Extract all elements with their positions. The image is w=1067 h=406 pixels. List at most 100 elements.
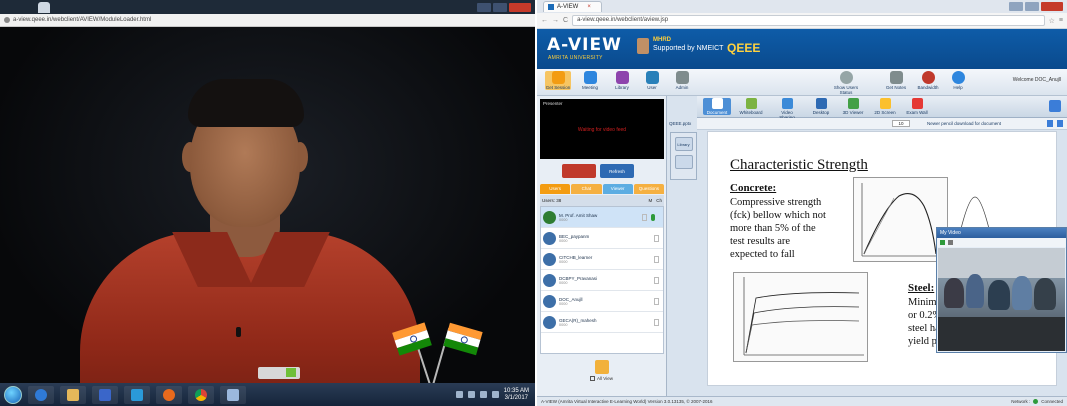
3d-viewer-icon: [847, 98, 859, 109]
user-sub: 0000: [559, 217, 568, 222]
version-text: A-VIEW (Amrita Virtual Interactive E-Lea…: [541, 399, 713, 404]
menu-icon[interactable]: ≡: [1059, 17, 1063, 24]
mic-icon[interactable]: [651, 213, 655, 221]
right-url[interactable]: a-view.qeee.in/webclient/aview.jsp: [572, 15, 1045, 26]
session-icon: [551, 71, 565, 84]
refresh-button[interactable]: Refresh: [600, 164, 634, 178]
list-item[interactable]: M. Prof. Amit Shaw 0000: [541, 207, 663, 228]
list-item[interactable]: DOC_Anujll 0000: [541, 291, 663, 312]
left-url[interactable]: a-view.qeee.in/webclient/AVIEW/ModuleLoa…: [13, 17, 151, 23]
steel-stress-strain-graph: [733, 272, 868, 362]
firefox-icon: [163, 388, 175, 401]
right-close-button[interactable]: [1041, 2, 1063, 11]
user-flag-icon: [654, 297, 659, 305]
windows-taskbar: 10:35 AM 3/1/2017: [0, 383, 535, 406]
steel-curve-2: [745, 306, 860, 354]
next-page-icon[interactable]: [1057, 120, 1063, 127]
module-video-sharing[interactable]: Video Sharing: [773, 98, 801, 120]
forward-arrow-icon[interactable]: →: [552, 17, 559, 24]
network-icon[interactable]: [467, 391, 475, 398]
hand-raise-icon[interactable]: [594, 360, 609, 374]
my-video-popup[interactable]: My Video: [936, 227, 1067, 353]
module-document[interactable]: Document: [703, 98, 731, 115]
list-item[interactable]: CITCHB_learner 0000: [541, 249, 663, 270]
back-arrow-icon[interactable]: ←: [541, 17, 548, 24]
tab-close-icon[interactable]: ×: [587, 2, 591, 12]
exam-wall-icon: [911, 98, 923, 109]
user-sub: 0000: [559, 301, 568, 306]
document-tab[interactable]: QEEE.pptx: [669, 121, 691, 126]
aview-banner: A-VIEW AMRITA UNIVERSITY MHRD Supported …: [537, 29, 1067, 69]
taskbar-window[interactable]: [220, 385, 246, 404]
tool-bandwidth[interactable]: Bandwidth: [915, 71, 941, 90]
aview-browser-tab[interactable]: A-VIEW ×: [543, 1, 602, 12]
users-col-ch: Ch: [656, 198, 662, 203]
minimize-button[interactable]: [477, 2, 491, 12]
taskbar-app4[interactable]: [124, 385, 150, 404]
maximize-button[interactable]: [493, 2, 507, 12]
tool-user[interactable]: User: [639, 71, 665, 90]
module-whiteboard[interactable]: Whiteboard: [737, 98, 765, 115]
list-item[interactable]: BEC_paypanm 0000: [541, 228, 663, 249]
users-col-m: M: [648, 198, 653, 203]
left-address-bar[interactable]: a-view.qeee.in/webclient/AVIEW/ModuleLoa…: [0, 14, 535, 27]
my-video-title[interactable]: My Video: [937, 228, 1066, 238]
tool-get-notes[interactable]: Get Notes: [883, 71, 909, 90]
clock-time: 10:35 AM: [503, 387, 529, 394]
tool-meeting[interactable]: Meeting: [577, 71, 603, 90]
tab-users[interactable]: Users: [540, 184, 571, 194]
list-item[interactable]: DCBPY_Pravanasi 0000: [541, 270, 663, 291]
tab-chat[interactable]: Chat: [571, 184, 602, 194]
prev-page-icon[interactable]: [1047, 120, 1053, 127]
tool-help[interactable]: Help: [945, 71, 971, 90]
steel-curve-3: [745, 320, 860, 354]
page-number-input[interactable]: 10: [892, 120, 910, 127]
admin-tools-icon: [675, 71, 689, 84]
tray-arrow-icon[interactable]: [455, 391, 463, 398]
right-title-bar: A-VIEW ×: [537, 0, 1067, 13]
star-icon[interactable]: ☆: [1049, 17, 1055, 25]
checkbox-icon: [590, 376, 596, 381]
module-exam-wall[interactable]: Exam Wall: [903, 98, 931, 115]
ie-icon: [35, 388, 47, 401]
taskbar-ie[interactable]: [28, 385, 54, 404]
left-browser-tab[interactable]: [38, 1, 50, 13]
tab-questions[interactable]: Questions: [633, 184, 664, 194]
2d-screen-icon: [879, 98, 891, 109]
system-clock[interactable]: 10:35 AM 3/1/2017: [504, 388, 529, 402]
help-icon: [951, 71, 965, 84]
library-button[interactable]: Library: [674, 137, 693, 151]
module-desktop[interactable]: Desktop: [807, 98, 835, 115]
reload-icon[interactable]: C: [563, 17, 568, 24]
tool-get-session[interactable]: Get Session: [545, 71, 571, 90]
close-button[interactable]: [509, 2, 531, 12]
camera-button[interactable]: [562, 164, 596, 178]
right-maximize-button[interactable]: [1025, 2, 1039, 11]
all-view-checkbox[interactable]: All View: [590, 376, 613, 381]
list-item[interactable]: GECA(R)_mahesh 0000: [541, 312, 663, 333]
flag-tray-icon[interactable]: [479, 391, 487, 398]
network-label: Network :: [1011, 399, 1031, 404]
network-status: Network : Connected: [1011, 397, 1063, 406]
video-sharing-icon: [781, 98, 793, 109]
right-minimize-button[interactable]: [1009, 2, 1023, 11]
taskbar-explorer[interactable]: [60, 385, 86, 404]
presenter-message: Waiting for video feed: [577, 127, 627, 133]
tool-users-status[interactable]: Show Users Status: [829, 71, 863, 95]
welcome-user[interactable]: Welcome DOC_Anujll: [1013, 77, 1061, 83]
settings-icon[interactable]: [948, 240, 953, 245]
taskbar-chrome[interactable]: [188, 385, 214, 404]
module-3d-viewer[interactable]: 3D Viewer: [839, 98, 867, 115]
document-nav-icon[interactable]: [674, 155, 693, 169]
tab-viewer[interactable]: Viewer: [602, 184, 633, 194]
module-2d-screen[interactable]: 2D Screen: [871, 98, 899, 115]
taskbar-firefox[interactable]: [156, 385, 182, 404]
start-button-icon[interactable]: [4, 385, 22, 404]
all-view-label: All View: [597, 376, 613, 381]
taskbar-media[interactable]: [92, 385, 118, 404]
cam-on-icon[interactable]: [940, 240, 945, 245]
expand-icon[interactable]: [1049, 100, 1061, 112]
tool-library[interactable]: Library: [609, 71, 635, 90]
volume-icon[interactable]: [491, 391, 499, 398]
tool-admin[interactable]: Admin: [669, 71, 695, 90]
